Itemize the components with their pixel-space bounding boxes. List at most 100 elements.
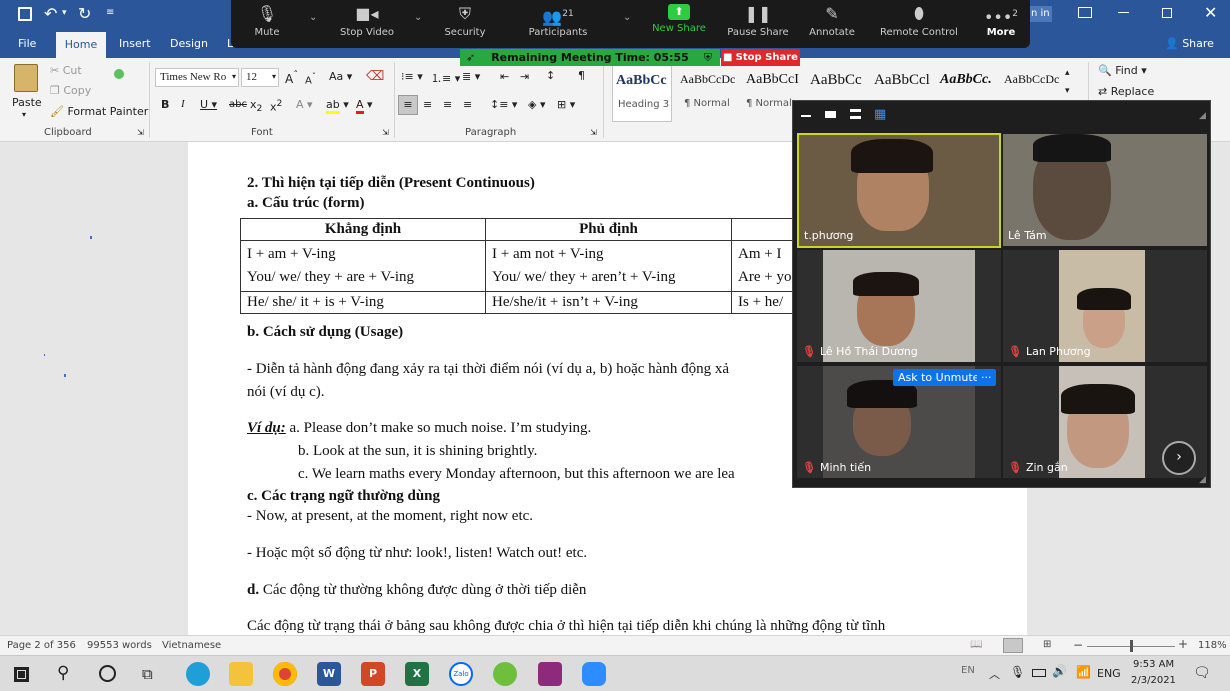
task-view-icon[interactable]: ⧉ [142,665,153,683]
show-marks-icon[interactable]: ¶ [578,69,585,82]
clock-date[interactable]: 2/3/2021 [1131,675,1176,686]
zalo-icon[interactable]: Zalo [449,662,473,686]
clock-time[interactable]: 9:53 AM [1133,659,1174,670]
zoom-in-icon[interactable]: + [1178,637,1188,651]
sort-icon[interactable]: ↕ [546,69,555,82]
restore-icon[interactable] [1162,8,1172,18]
more-button[interactable]: •••2 More [961,4,1041,38]
page-count[interactable]: Page 2 of 356 [7,640,76,651]
gallery-view-icon[interactable]: ▦ [874,107,886,122]
more-options-button[interactable]: ··· [977,369,996,386]
new-share-button[interactable]: ⬆ New Share [639,4,719,34]
ask-to-unmute-button[interactable]: Ask to Unmute [893,369,985,386]
resize-handle-icon[interactable]: ◢ [1199,111,1206,121]
undo-icon[interactable]: ↶ [44,4,57,23]
font-color-icon[interactable]: A ▾ [356,98,373,114]
borders-icon[interactable]: ⊞ ▾ [557,98,575,111]
battery-icon[interactable] [1032,669,1046,677]
annotate-button[interactable]: ✎ Annotate [792,4,872,38]
chevron-up-icon[interactable]: ⌄ [414,12,422,23]
highlight-icon[interactable]: ab ▾ [326,98,349,114]
share-button[interactable]: 👤 Share [1165,37,1214,50]
zoom-level[interactable]: 118% [1198,640,1227,651]
justify-icon[interactable]: ≡ [463,98,472,111]
read-mode-icon[interactable]: 📖 [970,639,982,650]
minimize-icon[interactable] [1118,12,1129,13]
remote-control-button[interactable]: ⬮ Remote Control [871,4,967,38]
tab-design[interactable]: Design [170,37,208,50]
print-layout-icon[interactable] [1003,638,1023,653]
grow-font-icon[interactable]: Aˆ [285,70,298,86]
word-count[interactable]: 99553 words [87,640,152,651]
participants-button[interactable]: 👥21 Participants [518,4,598,38]
align-right-icon[interactable]: ≡ [443,98,452,111]
format-painter-button[interactable]: 🖌 Format Painter [50,105,148,118]
text-effects-icon[interactable]: A ▾ [296,98,313,111]
bold-icon[interactable]: B [161,98,169,111]
ime-indicator[interactable]: EN [961,665,975,676]
mic-icon[interactable]: 🎙 [1010,665,1025,679]
search-icon[interactable]: ⚲ [57,663,69,683]
replace-button[interactable]: ⇄ Replace [1098,85,1154,98]
video-tile[interactable]: Lê Tám [1003,134,1207,246]
stop-share-button[interactable]: ■ Stop Share [721,49,800,66]
redo-icon[interactable]: ↻ [78,4,91,23]
save-icon[interactable] [18,7,32,21]
zoom-out-icon[interactable]: − [1073,638,1083,652]
ribbon-display-options-icon[interactable] [1078,7,1092,18]
bullets-icon[interactable]: ⁝≡ ▾ [401,70,423,83]
clipboard-launcher-icon[interactable]: ⇲ [137,128,144,137]
app-icon[interactable] [493,662,517,686]
line-spacing-icon[interactable]: ↕≡ ▾ [490,98,517,111]
shrink-font-icon[interactable]: Aˇ [305,71,316,86]
winrar-icon[interactable] [538,662,562,686]
font-launcher-icon[interactable]: ⇲ [382,128,389,137]
find-button[interactable]: 🔍 Find ▾ [1098,64,1147,77]
font-size-select[interactable]: 12 ▾ [241,68,279,87]
word-icon[interactable]: W [317,662,341,686]
style-heading-3[interactable]: AaBbCc Heading 3 [612,58,672,122]
video-tile[interactable]: t.phương [797,133,1001,248]
zoom-icon[interactable] [582,662,606,686]
superscript-icon[interactable]: x2 [270,98,282,114]
chevron-up-icon[interactable]: ⌄ [623,12,631,23]
powerpoint-icon[interactable]: P [361,662,385,686]
pause-share-button[interactable]: ❚❚ Pause Share [718,4,798,38]
chevron-up-icon[interactable]: ︿ [989,666,1000,682]
font-name-select[interactable]: Times New Ro ▾ [155,68,239,87]
clear-formatting-icon[interactable]: ⌫ [366,69,384,84]
copy-button[interactable]: ❐ Copy [50,84,91,97]
multilevel-list-icon[interactable]: ≣ ▾ [462,70,480,83]
decrease-indent-icon[interactable]: ⇤ [500,70,509,83]
paste-button[interactable]: Paste ▾ [10,62,42,122]
strip-view-icon[interactable] [850,109,861,119]
notifications-icon[interactable]: 🗨 [1193,665,1211,681]
security-button[interactable]: ⛨ Security [425,4,505,38]
chrome-icon[interactable] [273,662,297,686]
customize-quick-access-icon[interactable]: ≡ [106,7,114,18]
strikethrough-icon[interactable]: abc [229,99,247,110]
align-center-icon[interactable]: ≡ [423,98,432,111]
styles-scroll-icon[interactable]: ▴ ▾ [1065,64,1070,100]
file-explorer-icon[interactable] [229,662,253,686]
align-left-icon[interactable]: ≡ [398,95,418,115]
wifi-icon[interactable]: 📶 [1076,665,1091,679]
language-indicator[interactable]: ENG [1097,667,1121,680]
cortana-icon[interactable] [99,665,116,682]
resize-handle-icon[interactable]: ◢ [1199,475,1206,485]
numbering-icon[interactable]: ⒈≡ ▾ [431,70,460,86]
italic-icon[interactable]: I [181,98,185,110]
chevron-up-icon[interactable]: ⌄ [309,12,317,23]
windows-start-icon[interactable] [14,667,29,682]
volume-icon[interactable]: 🔊 [1052,664,1067,678]
next-page-button[interactable]: › [1162,441,1196,475]
excel-icon[interactable]: X [405,662,429,686]
increase-indent-icon[interactable]: ⇥ [520,70,529,83]
subscript-icon[interactable]: x2 [250,98,262,114]
change-case-icon[interactable]: Aa ▾ [329,70,352,83]
style-normal[interactable]: AaBbCcDc ¶ Normal [676,58,740,122]
video-tile[interactable]: 🎙 Lan Phương [1003,250,1207,362]
undo-dropdown-icon[interactable]: ▾ [62,8,67,18]
cut-button[interactable]: ✂ Cut [50,64,82,77]
mute-button[interactable]: 🎙 Mute [227,4,307,38]
